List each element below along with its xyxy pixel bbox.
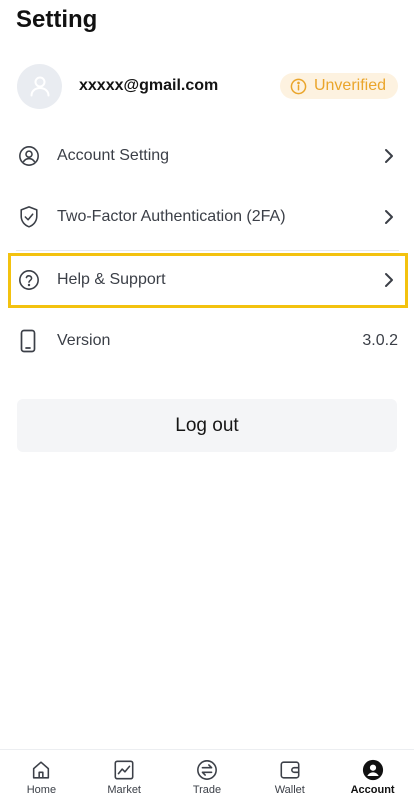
- wallet-icon: [280, 761, 300, 779]
- menu-item-version: Version 3.0.2: [12, 313, 404, 369]
- exchange-icon: [197, 760, 217, 780]
- home-icon: [33, 761, 50, 779]
- divider: [16, 250, 399, 251]
- user-icon: [30, 76, 49, 97]
- menu-label-two-factor: Two-Factor Authentication (2FA): [57, 208, 286, 225]
- shield-check-icon: [12, 205, 48, 229]
- chart-icon: [114, 760, 134, 780]
- verification-badge[interactable]: Unverified: [279, 73, 398, 99]
- menu-label-help-support: Help & Support: [57, 271, 166, 288]
- nav-label-home: Home: [26, 784, 57, 796]
- avatar: [17, 63, 62, 109]
- chevron-right-icon: [374, 208, 404, 226]
- nav-label-market: Market: [107, 784, 141, 796]
- badge-label: Unverified: [313, 77, 386, 94]
- menu-item-two-factor[interactable]: Two-Factor Authentication (2FA): [12, 189, 404, 245]
- menu-item-help-support[interactable]: Help & Support: [12, 252, 404, 308]
- nav-account[interactable]: Account: [331, 750, 414, 811]
- user-circle-icon: [12, 145, 48, 167]
- nav-label-wallet: Wallet: [274, 784, 305, 796]
- chevron-right-icon: [374, 147, 404, 165]
- phone-icon: [12, 329, 48, 353]
- version-value: 3.0.2: [362, 332, 398, 349]
- menu-label-version: Version: [57, 332, 111, 349]
- page-title: Setting: [16, 6, 98, 33]
- account-icon: [362, 759, 383, 781]
- profile-row[interactable]: xxxxx@gmail.com Unverified: [17, 63, 398, 109]
- info-icon: [290, 78, 307, 94]
- chevron-right-icon: [374, 271, 404, 289]
- nav-label-account: Account: [350, 784, 395, 796]
- user-email: xxxxx@gmail.com: [79, 77, 219, 94]
- nav-wallet[interactable]: Wallet: [248, 750, 331, 811]
- nav-market[interactable]: Market: [83, 750, 166, 811]
- nav-trade[interactable]: Trade: [166, 750, 249, 811]
- bottom-nav: Home Market Trade Wallet Account: [0, 749, 414, 811]
- logout-button[interactable]: Log out: [17, 399, 397, 452]
- question-circle-icon: [12, 269, 48, 291]
- nav-home[interactable]: Home: [0, 750, 83, 811]
- menu-label-account-setting: Account Setting: [57, 147, 170, 164]
- nav-label-trade: Trade: [192, 784, 222, 796]
- menu-item-account-setting[interactable]: Account Setting: [12, 128, 404, 184]
